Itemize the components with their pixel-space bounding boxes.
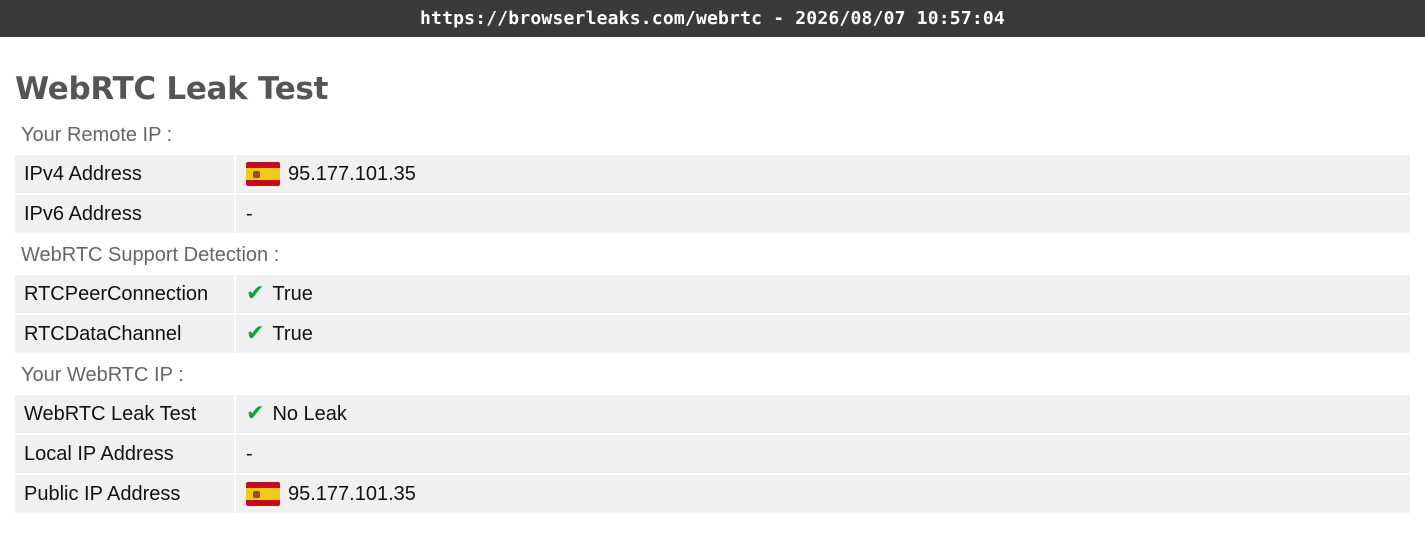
rtcpeerconnection-value-cell: ✔ True [236,275,313,313]
remote-ip-heading: Your Remote IP : [21,124,173,146]
local-ip-row: Local IP Address - [15,435,1410,473]
spain-flag-icon [246,482,280,506]
public-ip-row: Public IP Address 95.177.101.35 [15,475,1410,513]
rtcpeerconnection-row: RTCPeerConnection ✔ True [15,275,1410,313]
local-ip-value: - [246,443,253,465]
checkmark-icon: ✔ [246,401,265,426]
ipv6-value-cell: - [236,195,253,233]
public-ip-value-cell: 95.177.101.35 [236,475,416,513]
ipv4-value: 95.177.101.35 [288,163,416,185]
support-section: WebRTC Support Detection : RTCPeerConnec… [15,235,1410,353]
url-timestamp-text: https://browserleaks.com/webrtc - 2026/0… [420,8,1005,29]
leak-test-row: WebRTC Leak Test ✔ No Leak [15,395,1410,433]
rtcdatachannel-value: True [272,323,313,345]
webrtc-ip-section: Your WebRTC IP : WebRTC Leak Test ✔ No L… [15,355,1410,513]
leak-test-label: WebRTC Leak Test [15,395,236,433]
spain-flag-icon [246,162,280,186]
checkmark-icon: ✔ [246,321,265,346]
ipv4-label: IPv4 Address [15,155,236,193]
rtcdatachannel-label: RTCDataChannel [15,315,236,353]
main-content: WebRTC Leak Test Your Remote IP : IPv4 A… [0,37,1425,513]
ipv4-row: IPv4 Address 95.177.101.35 [15,155,1410,193]
page-title: WebRTC Leak Test [15,71,329,107]
checkmark-icon: ✔ [246,281,265,306]
ipv6-label: IPv6 Address [15,195,236,233]
public-ip-label: Public IP Address [15,475,236,513]
rtcdatachannel-row: RTCDataChannel ✔ True [15,315,1410,353]
support-heading: WebRTC Support Detection : [21,244,280,266]
ipv6-value: - [246,203,253,225]
leak-test-value: No Leak [272,403,347,425]
browser-url-bar: https://browserleaks.com/webrtc - 2026/0… [0,0,1425,37]
rtcpeerconnection-value: True [272,283,313,305]
public-ip-value: 95.177.101.35 [288,483,416,505]
webrtc-ip-heading: Your WebRTC IP : [21,364,184,386]
ipv4-value-cell: 95.177.101.35 [236,155,416,193]
rtcpeerconnection-label: RTCPeerConnection [15,275,236,313]
leak-test-value-cell: ✔ No Leak [236,395,347,433]
rtcdatachannel-value-cell: ✔ True [236,315,313,353]
local-ip-label: Local IP Address [15,435,236,473]
remote-ip-section: Your Remote IP : IPv4 Address 95.177.101… [15,115,1410,233]
ipv6-row: IPv6 Address - [15,195,1410,233]
local-ip-value-cell: - [236,435,253,473]
